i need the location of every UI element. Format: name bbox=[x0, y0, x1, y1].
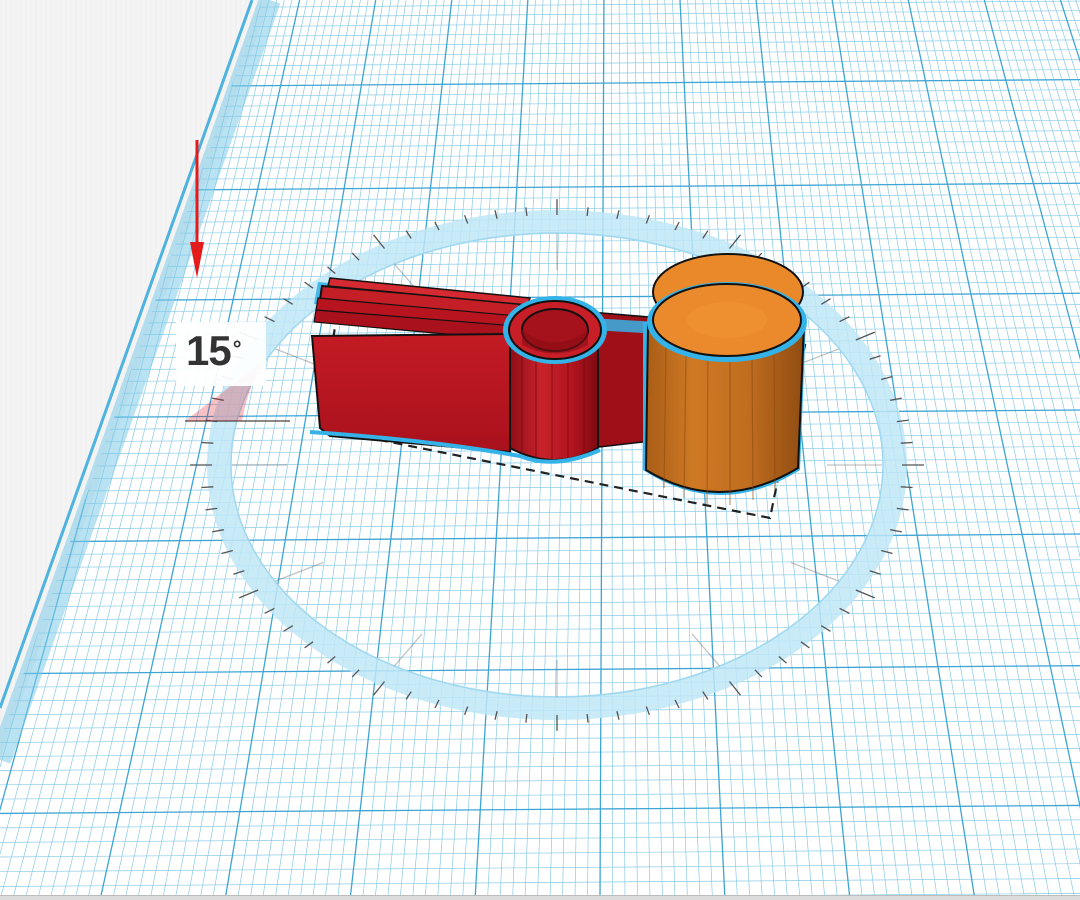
rotation-angle-unit: ° bbox=[232, 336, 242, 361]
orange-top-highlight bbox=[687, 302, 767, 338]
bottom-edge bbox=[0, 895, 1080, 900]
3d-viewport[interactable]: 15 ° bbox=[0, 0, 1080, 900]
scene-canvas[interactable] bbox=[0, 0, 1080, 900]
rotation-angle-value: 15 bbox=[186, 327, 232, 374]
orange-cylinder[interactable] bbox=[643, 253, 807, 505]
rotation-angle-label: 15 ° bbox=[176, 322, 266, 386]
